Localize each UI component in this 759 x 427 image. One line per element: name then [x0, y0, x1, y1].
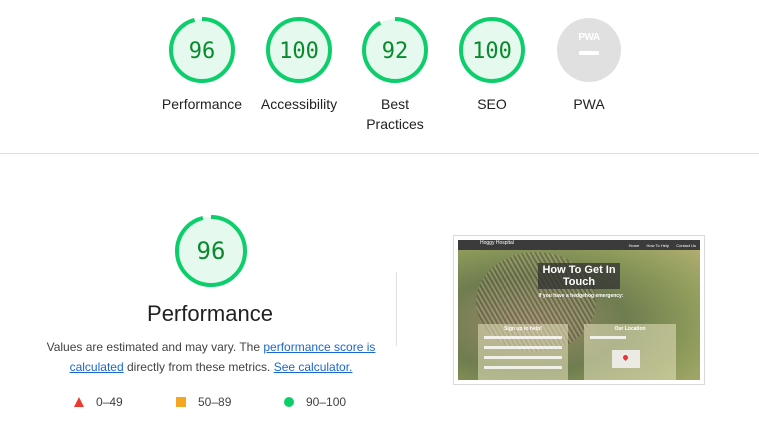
- gauge-pwa[interactable]: PWA PWA: [534, 16, 644, 114]
- description-text: Values are estimated and may vary. The: [46, 340, 264, 354]
- gauge-best-practices[interactable]: 92 Best Practices: [340, 16, 450, 134]
- score-legend: 0–49 50–89 90–100: [74, 394, 374, 414]
- performance-detail-gauge: 96: [175, 215, 247, 287]
- description-text-middle: directly from these metrics.: [123, 360, 274, 374]
- seo-gauge-ring: 100: [459, 17, 525, 83]
- performance-score: 96: [189, 39, 216, 64]
- performance-gauge-ring: 96: [169, 17, 235, 83]
- gauge-seo[interactable]: 100 SEO: [437, 16, 547, 114]
- section-divider: [0, 153, 759, 154]
- performance-description: Values are estimated and may vary. The p…: [46, 337, 376, 377]
- gauge-accessibility[interactable]: 100 Accessibility: [244, 16, 354, 114]
- screenshot-menu-item: Contact Us: [676, 243, 696, 248]
- best-practices-score: 92: [382, 39, 409, 64]
- final-screenshot[interactable]: Hoggy Hospital Home How To Help Contact …: [453, 235, 705, 385]
- pwa-badge-text: PWA: [578, 32, 600, 43]
- screenshot-logo: Hoggy Hospital: [480, 240, 514, 246]
- category-gauges: 96 Performance 100 Accessibility 92 Best…: [0, 16, 759, 136]
- performance-label: Performance: [161, 96, 243, 112]
- legend-average-text: 50–89: [198, 395, 232, 409]
- performance-title: Performance: [147, 301, 273, 326]
- screenshot-navbar: Hoggy Hospital Home How To Help Contact …: [458, 240, 700, 250]
- seo-label: SEO: [477, 96, 507, 112]
- seo-score: 100: [472, 39, 512, 64]
- accessibility-label: Accessibility: [260, 96, 338, 112]
- screenshot-form-field: [484, 366, 562, 369]
- vertical-separator: [396, 272, 397, 346]
- legend-pass-text: 90–100: [306, 395, 347, 409]
- accessibility-score: 100: [279, 39, 319, 64]
- screenshot-address-line: [590, 336, 626, 339]
- screenshot-menu-item: How To Help: [646, 243, 670, 248]
- screenshot-location-panel: Our Location: [584, 324, 676, 380]
- screenshot-form-title: Sign up to help!: [504, 326, 542, 332]
- screenshot-subheading: If you have a hedgehog emergency:: [538, 293, 624, 299]
- screenshot-form-panel: Sign up to help!: [478, 324, 568, 380]
- performance-detail-score: 96: [197, 237, 226, 265]
- see-calculator-link[interactable]: See calculator.: [274, 360, 353, 374]
- screenshot-form-field: [484, 346, 562, 349]
- best-practices-label: Best Practices: [366, 96, 424, 132]
- best-practices-gauge-ring: 92: [362, 17, 428, 83]
- screenshot-location-title: Our Location: [614, 326, 646, 332]
- screenshot-menu: Home How To Help Contact Us: [623, 243, 696, 248]
- map-pin-icon: [621, 353, 630, 362]
- gauge-performance[interactable]: 96 Performance: [147, 16, 257, 114]
- legend-fail-text: 0–49: [96, 395, 123, 409]
- screenshot-menu-item: Home: [628, 243, 640, 248]
- screenshot-heading: How To Get In Touch: [538, 263, 620, 289]
- screenshot-image: Hoggy Hospital Home How To Help Contact …: [458, 240, 700, 380]
- circle-icon: [284, 397, 294, 407]
- screenshot-form-field: [484, 336, 562, 339]
- accessibility-gauge-ring: 100: [266, 17, 332, 83]
- pwa-badge-icon: PWA: [557, 18, 621, 82]
- screenshot-map: [612, 350, 640, 368]
- screenshot-form-field: [484, 356, 562, 359]
- pwa-label: PWA: [573, 96, 605, 112]
- square-icon: [176, 397, 186, 407]
- triangle-icon: [74, 397, 84, 407]
